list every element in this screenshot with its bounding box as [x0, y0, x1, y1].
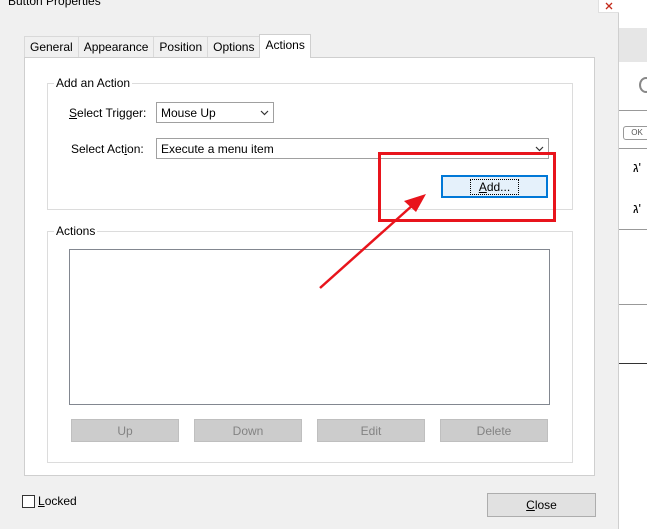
tab-actions[interactable]: Actions [259, 34, 311, 58]
close-button[interactable]: Close [487, 493, 596, 517]
delete-button[interactable]: Delete [440, 419, 548, 442]
hebrew-text-2: ג' [633, 201, 641, 216]
action-select[interactable]: Execute a menu item [156, 138, 549, 159]
hebrew-text-1: ג' [633, 160, 641, 175]
select-action-label: Select Action: [71, 142, 144, 156]
edit-button[interactable]: Edit [317, 419, 425, 442]
window-title: Button Properties [8, 0, 101, 8]
add-button[interactable]: Add... [441, 175, 548, 198]
tab-options[interactable]: Options [207, 36, 261, 57]
window-close-button[interactable] [598, 0, 620, 13]
locked-checkbox-row[interactable]: Locked [22, 494, 77, 508]
chevron-down-icon [535, 146, 543, 151]
actions-list[interactable] [69, 249, 550, 405]
up-button[interactable]: Up [71, 419, 179, 442]
tab-strip: General Appearance Position Options Acti… [24, 34, 311, 58]
tab-appearance[interactable]: Appearance [77, 36, 155, 57]
locked-checkbox[interactable] [22, 494, 35, 508]
trigger-select-value: Mouse Up [161, 105, 216, 120]
background-document: OK ג' ג' [619, 0, 647, 529]
down-button[interactable]: Down [194, 419, 302, 442]
add-action-legend: Add an Action [56, 76, 131, 90]
refresh-icon [639, 77, 647, 93]
tab-position[interactable]: Position [153, 36, 209, 57]
ok-badge: OK [623, 126, 647, 140]
actions-tab-panel: Add an Action Select Trigger: Mouse Up S… [24, 57, 595, 476]
locked-label: Locked [38, 494, 77, 508]
select-trigger-label: Select Trigger: [69, 106, 147, 120]
close-icon [605, 2, 613, 10]
button-properties-dialog: Button Properties General Appearance Pos… [0, 0, 620, 529]
actions-legend: Actions [56, 224, 96, 238]
chevron-down-icon [260, 110, 268, 115]
action-select-value: Execute a menu item [161, 141, 274, 156]
trigger-select[interactable]: Mouse Up [156, 102, 274, 123]
tab-general[interactable]: General [24, 36, 79, 57]
